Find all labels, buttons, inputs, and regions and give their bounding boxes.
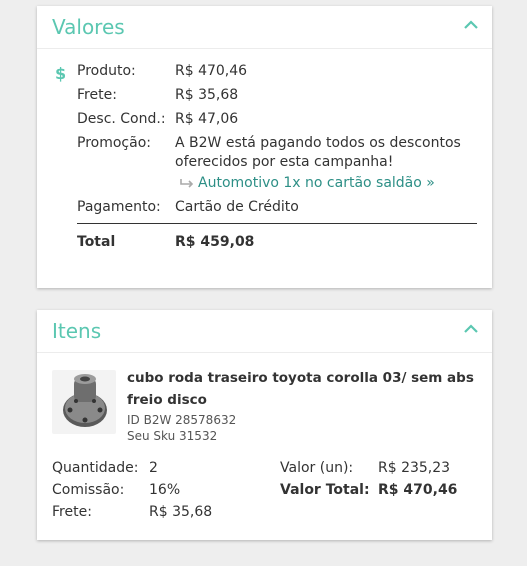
item-frete-value: R$ 35,68 bbox=[149, 504, 213, 520]
total-divider bbox=[77, 223, 477, 224]
desc-cond-label: Desc. Cond.: bbox=[77, 111, 166, 127]
itens-card: Itens cubo roda traseiro toyota corolla … bbox=[37, 310, 492, 540]
produto-label: Produto: bbox=[77, 63, 136, 79]
valor-un-label: Valor (un): bbox=[280, 460, 354, 476]
total-value: R$ 459,08 bbox=[175, 234, 255, 250]
promocao-label: Promoção: bbox=[77, 135, 151, 151]
chevron-up-icon[interactable] bbox=[464, 20, 478, 30]
comissao-label: Comissão: bbox=[52, 482, 125, 498]
arrow-return-icon bbox=[180, 179, 194, 188]
valor-total-value: R$ 470,46 bbox=[378, 482, 458, 498]
valor-un-value: R$ 235,23 bbox=[378, 460, 451, 476]
valores-card: Valores $ Produto: R$ 470,46 Frete: R$ 3… bbox=[37, 6, 492, 288]
promocao-text-line2: oferecidos por esta campanha! bbox=[175, 154, 394, 170]
promocao-text-line1: A B2W está pagando todos os descontos bbox=[175, 135, 461, 151]
dollar-icon: $ bbox=[55, 64, 67, 83]
frete-label: Frete: bbox=[77, 87, 117, 103]
frete-value: R$ 35,68 bbox=[175, 87, 239, 103]
product-image[interactable] bbox=[52, 370, 116, 434]
promocao-link[interactable]: Automotivo 1x no cartão saldão » bbox=[198, 175, 435, 191]
comissao-value: 16% bbox=[149, 482, 181, 498]
produto-value: R$ 470,46 bbox=[175, 63, 248, 79]
chevron-up-icon[interactable] bbox=[464, 324, 478, 334]
quantidade-value: 2 bbox=[149, 460, 158, 476]
pagamento-value: Cartão de Crédito bbox=[175, 199, 299, 215]
item-frete-label: Frete: bbox=[52, 504, 92, 520]
itens-header[interactable]: Itens bbox=[37, 310, 492, 353]
total-label: Total bbox=[77, 234, 116, 250]
valor-total-label: Valor Total: bbox=[280, 482, 370, 498]
pagamento-label: Pagamento: bbox=[77, 199, 161, 215]
item-id: ID B2W 28578632 bbox=[127, 413, 237, 427]
item-name-line2[interactable]: freio disco bbox=[127, 392, 207, 408]
quantidade-label: Quantidade: bbox=[52, 460, 139, 476]
valores-header[interactable]: Valores bbox=[37, 6, 492, 49]
itens-title: Itens bbox=[52, 319, 102, 343]
desc-cond-value: R$ 47,06 bbox=[175, 111, 239, 127]
wheel-hub-icon bbox=[63, 374, 107, 427]
item-sku: Seu Sku 31532 bbox=[127, 429, 218, 443]
valores-title: Valores bbox=[52, 15, 125, 39]
item-name-line1[interactable]: cubo roda traseiro toyota corolla 03/ se… bbox=[127, 370, 474, 386]
